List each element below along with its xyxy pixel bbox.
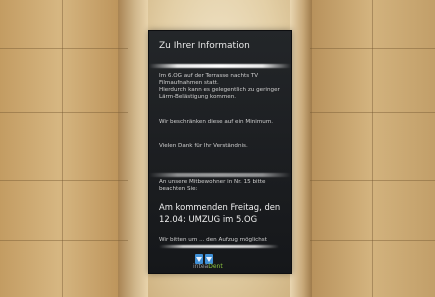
sign-paragraph: Wir bitten um ... den Aufzug möglichst bbox=[159, 237, 267, 243]
wall-seam bbox=[372, 0, 373, 297]
pillar-right bbox=[290, 0, 312, 297]
light-reflection bbox=[149, 173, 291, 177]
sign-paragraph: Wir beschränken diese auf ein Minimum. bbox=[159, 119, 274, 125]
wall-seam bbox=[0, 180, 128, 181]
sign-paragraph: Vielen Dank für Ihr Verständnis. bbox=[159, 143, 248, 149]
brand-suffix: Dent bbox=[208, 263, 223, 270]
wall-panel-right bbox=[305, 0, 435, 297]
sign-headline: Am kommenden Freitag, den 12.04: UMZUG i… bbox=[159, 202, 281, 224]
wall-seam bbox=[62, 0, 63, 297]
sign-paragraph: Im 6.OG auf der Terrasse nachts TV Filma… bbox=[159, 73, 280, 100]
brand-prefix: intea bbox=[193, 263, 209, 270]
sign-paragraph: An unsere Mitbewohner in Nr. 15 bitte be… bbox=[159, 179, 266, 192]
wall-seam bbox=[0, 240, 128, 241]
sign-title: Zu Ihrer Information bbox=[159, 41, 250, 51]
light-reflection bbox=[149, 64, 291, 68]
wall-seam bbox=[0, 112, 128, 113]
light-reflection bbox=[159, 245, 279, 248]
elevator-photo: Zu Ihrer Information Im 6.OG auf der Ter… bbox=[0, 0, 435, 297]
brand-logo: inteaDent bbox=[193, 263, 223, 270]
pillar-left bbox=[118, 0, 148, 297]
wall-seam bbox=[0, 48, 128, 49]
info-display: Zu Ihrer Information Im 6.OG auf der Ter… bbox=[148, 30, 292, 274]
wall-panel-left bbox=[0, 0, 130, 297]
